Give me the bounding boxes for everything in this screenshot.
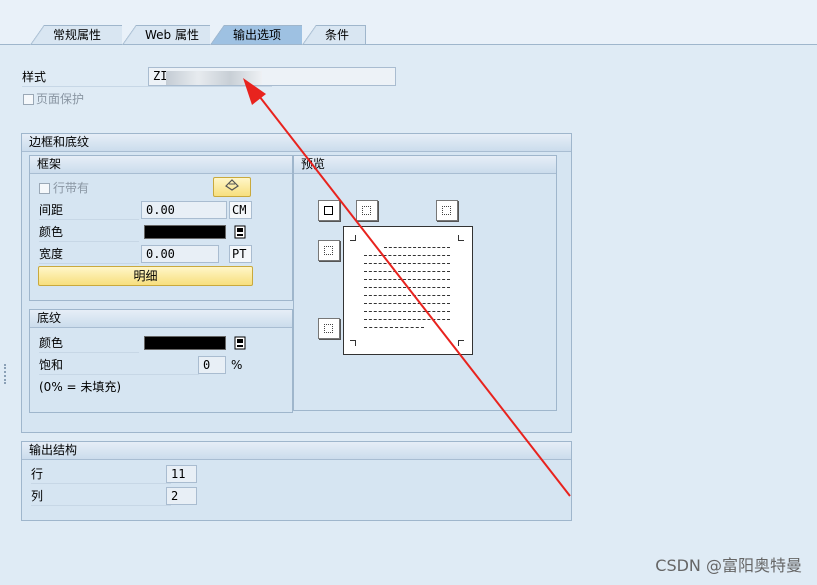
annotation-arrow	[243, 78, 571, 497]
arrow-line	[255, 91, 571, 497]
watermark: CSDN @富阳奥特曼	[655, 556, 802, 575]
